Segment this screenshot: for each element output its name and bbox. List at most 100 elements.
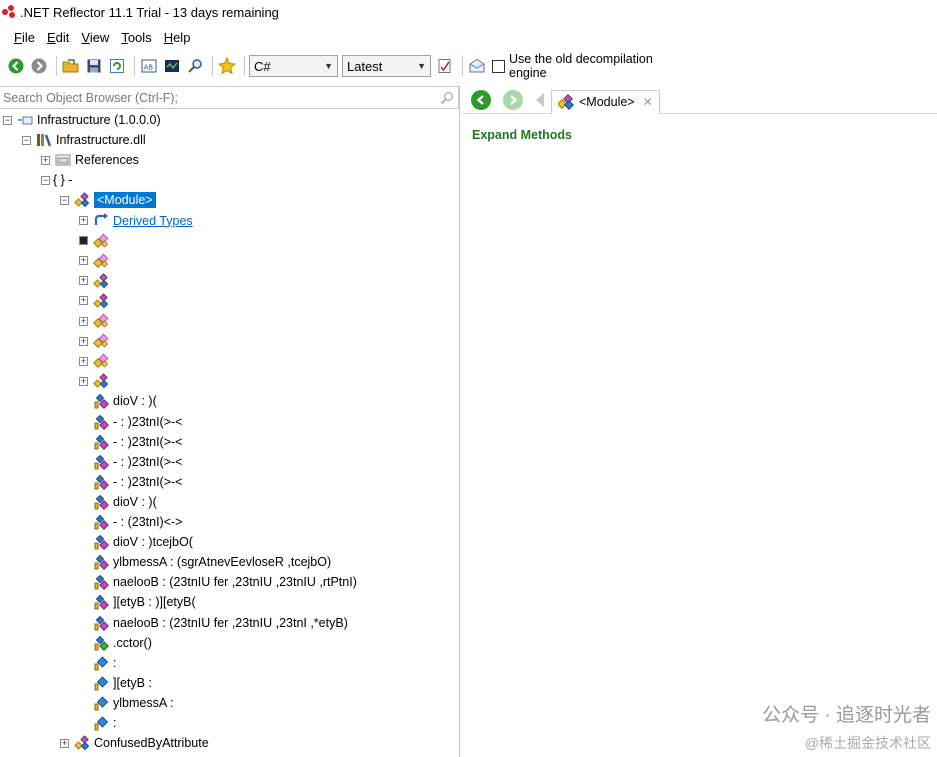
collapse-icon[interactable]: −	[41, 175, 50, 185]
menu-tools[interactable]: Tools	[115, 30, 157, 45]
toolbar-separator	[244, 56, 245, 76]
expand-icon[interactable]: +	[79, 376, 88, 386]
tree-node-label: Infrastructure.dll	[56, 133, 146, 148]
expand-icon[interactable]: +	[79, 216, 88, 225]
tree-node-label: ConfusedByAttribute	[94, 736, 209, 751]
tree-node-label: .cctor()	[113, 635, 152, 650]
bookmark-star-icon[interactable]	[217, 56, 237, 76]
tree-node[interactable]: - : )23tnI(>-<	[79, 412, 182, 432]
tree-node[interactable]: +	[79, 311, 113, 331]
tree-node[interactable]: - : (23tnI)<->	[79, 512, 182, 532]
back-icon[interactable]	[6, 56, 26, 76]
tree-node[interactable]: naelooB : (23tnIU fer ,23tnIU ,23tnI ,*e…	[79, 613, 348, 633]
open-folder-icon[interactable]	[61, 56, 81, 76]
method-icon	[93, 454, 109, 470]
expand-icon[interactable]	[79, 236, 88, 246]
menu-bar: File Edit View Tools Help	[0, 26, 196, 48]
save-icon[interactable]	[84, 56, 104, 76]
tree-node[interactable]: naelooB : (23tnIU fer ,23tnIU ,23tnIU ,r…	[79, 572, 357, 592]
tree-node[interactable]: - : )23tnI(>-<	[79, 432, 182, 452]
forward-icon[interactable]	[29, 56, 49, 76]
framework-select-value: Latest	[347, 58, 383, 74]
expand-icon[interactable]: +	[60, 738, 69, 748]
expand-icon[interactable]: +	[79, 296, 88, 306]
tree-node[interactable]: - : )23tnI(>-<	[79, 452, 182, 472]
tree-node[interactable]: :	[79, 653, 116, 673]
menu-edit[interactable]: Edit	[41, 30, 75, 45]
tree-node[interactable]: +	[79, 371, 113, 391]
tree-node[interactable]: +	[79, 331, 113, 351]
expand-icon[interactable]: +	[79, 256, 88, 266]
title-bar: .NET Reflector 11.1 Trial - 13 days rema…	[0, 0, 937, 24]
tree-node[interactable]: - : )23tnI(>-<	[79, 472, 182, 492]
decompiler-view: <Module> ✕ Expand Methods	[461, 86, 937, 757]
expand-icon[interactable]: +	[79, 276, 88, 286]
tree-node[interactable]: ylbmessA :	[79, 693, 173, 713]
tree-node-label[interactable]: Derived Types	[113, 214, 193, 228]
tree-node[interactable]: − <Module>	[60, 190, 156, 210]
method-icon	[93, 474, 109, 490]
collapse-icon[interactable]: −	[60, 195, 69, 205]
watermark-line1: 公众号 · 追逐时光者	[762, 705, 931, 726]
tree-node[interactable]: +	[79, 251, 113, 271]
tree-node-label: References	[75, 153, 139, 168]
menu-view[interactable]: View	[75, 30, 115, 45]
class-icon	[93, 373, 109, 389]
svg-text:AB: AB	[144, 64, 154, 72]
tree-node-label: ][etyB :	[113, 675, 152, 690]
tree-node[interactable]: .cctor()	[79, 633, 152, 653]
refresh-icon[interactable]	[107, 56, 127, 76]
analyzer-icon[interactable]	[162, 56, 182, 76]
tree-node[interactable]: :	[79, 713, 116, 733]
search-input[interactable]: Search Object Browser (Ctrl-F);	[0, 86, 459, 109]
class-icon	[74, 192, 90, 208]
tree-node[interactable]: + Derived Types	[79, 211, 193, 231]
tree-node[interactable]: dioV : )(	[79, 492, 157, 512]
tree-node[interactable]: −{ } -	[41, 170, 72, 190]
toolbar-separator	[212, 56, 213, 76]
tree-node[interactable]: ][etyB : )][etyB(	[79, 592, 196, 612]
watermark-line2: @稀土掘金技术社区	[804, 735, 931, 751]
chevron-down-icon: ▼	[324, 61, 333, 71]
expand-icon[interactable]: +	[79, 336, 88, 346]
language-select[interactable]: C# ▼	[249, 55, 338, 77]
forward-icon[interactable]	[503, 89, 523, 110]
framework-select[interactable]: Latest ▼	[342, 55, 431, 77]
tree-node[interactable]: dioV : )tcejbO(	[79, 532, 193, 552]
options-icon[interactable]	[435, 56, 455, 76]
tree-node[interactable]: ][etyB :	[79, 673, 152, 693]
tree-node[interactable]: +	[79, 271, 113, 291]
feedback-icon[interactable]	[467, 56, 487, 76]
old-engine-checkbox[interactable]	[492, 59, 505, 73]
disassembler-icon[interactable]: AB	[139, 56, 159, 76]
tree-node[interactable]: + References	[41, 150, 139, 170]
tree-node[interactable]	[79, 231, 113, 251]
collapse-icon[interactable]: −	[3, 115, 12, 125]
tree-node[interactable]: ylbmessA : (sgrAtnevEevloseR ,tcejbO)	[79, 552, 331, 572]
menu-help[interactable]: Help	[158, 30, 197, 45]
collapse-icon[interactable]: −	[22, 135, 31, 145]
tree-node[interactable]: + ConfusedByAttribute	[60, 733, 209, 753]
tree-node[interactable]: +	[79, 351, 113, 371]
tree-node-label: dioV : )(	[113, 394, 157, 409]
expand-icon[interactable]: +	[79, 316, 88, 326]
language-select-value: C#	[254, 58, 271, 74]
search-icon[interactable]	[185, 56, 205, 76]
tab-scroll-left-icon[interactable]	[535, 92, 545, 108]
expand-icon[interactable]: +	[41, 155, 50, 165]
tab-module[interactable]: <Module> ✕	[551, 89, 660, 114]
method-icon	[93, 494, 109, 510]
tree-node[interactable]: − Infrastructure.dll	[22, 130, 146, 150]
toolbar-separator	[134, 56, 135, 76]
expand-methods-link[interactable]: Expand Methods	[472, 128, 572, 142]
tree-node[interactable]: − Infrastructure (1.0.0.0)	[3, 110, 161, 130]
menu-file[interactable]: File	[8, 30, 41, 45]
tree-node[interactable]: +	[79, 291, 113, 311]
expand-icon[interactable]: +	[79, 356, 88, 366]
old-engine-label: Use the old decompilation engine	[509, 52, 653, 80]
back-icon[interactable]	[471, 89, 491, 110]
tree-node-label: { } -	[53, 173, 73, 188]
tree-node[interactable]: dioV : )(	[79, 391, 157, 411]
close-icon[interactable]: ✕	[643, 95, 653, 109]
library-icon	[36, 132, 52, 148]
